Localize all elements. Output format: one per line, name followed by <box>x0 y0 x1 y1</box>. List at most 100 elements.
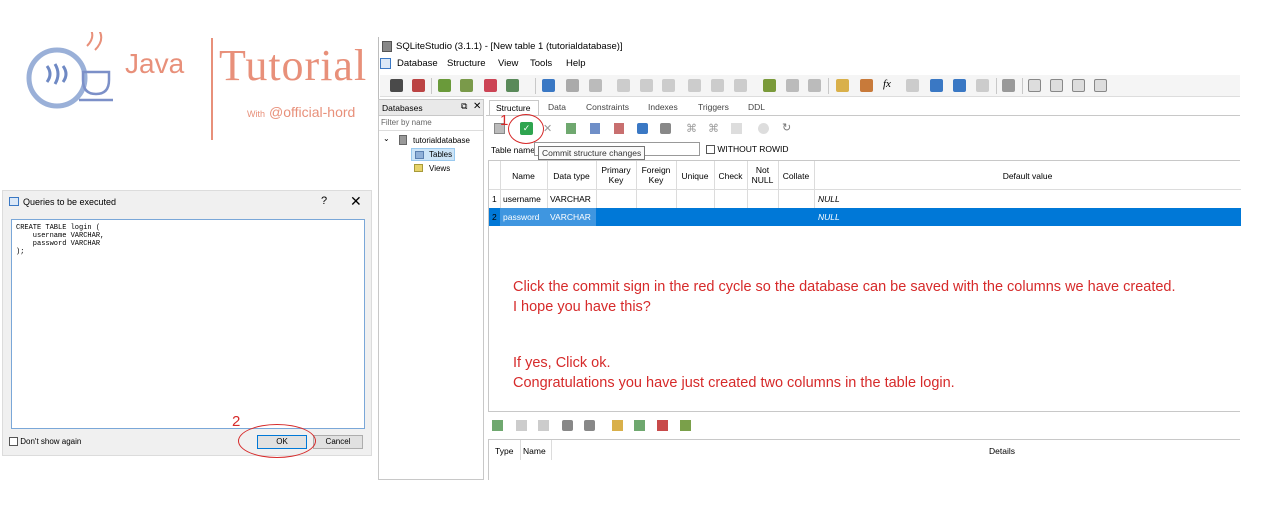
edit-constraint-icon[interactable]: ⌘ <box>708 122 719 135</box>
refresh-database-icon[interactable] <box>506 79 519 92</box>
check-icon[interactable] <box>680 420 691 431</box>
menu-database[interactable]: Database <box>397 58 438 69</box>
delete-constraint-lower-icon[interactable] <box>538 420 549 431</box>
menu-structure[interactable]: Structure <box>447 58 486 69</box>
tab-data[interactable]: Data <box>542 100 572 115</box>
delete-index-icon[interactable] <box>662 79 675 92</box>
edit-constraint-lower-icon[interactable] <box>516 420 527 431</box>
cell-datatype[interactable]: VARCHAR <box>550 194 591 204</box>
checkbox-box[interactable] <box>9 437 18 447</box>
unique-icon[interactable] <box>657 420 668 431</box>
primary-key-icon[interactable] <box>612 420 623 431</box>
without-rowid-box[interactable] <box>706 145 715 155</box>
tile-horizontal-icon[interactable] <box>1050 79 1063 92</box>
lower-header-type[interactable]: Type <box>495 446 513 456</box>
disconnect-icon[interactable] <box>412 79 425 92</box>
move-up-lower-icon[interactable] <box>562 420 573 431</box>
col-header-name[interactable]: Name <box>500 171 547 181</box>
foreign-key-icon[interactable] <box>634 420 645 431</box>
col-header-datatype[interactable]: Data type <box>547 171 596 181</box>
close-icon[interactable]: ✕ <box>350 193 362 210</box>
table-row-selected[interactable]: 2 password VARCHAR NULL <box>489 208 1241 226</box>
connect-icon[interactable] <box>390 79 403 92</box>
import-icon[interactable] <box>930 79 943 92</box>
table-row[interactable]: 1 username VARCHAR NULL <box>489 190 1241 207</box>
cell-name[interactable]: password <box>503 212 539 222</box>
without-rowid-checkbox[interactable]: WITHOUT ROWID <box>706 144 789 155</box>
col-header-collate[interactable]: Collate <box>778 171 814 181</box>
delete-view-icon[interactable] <box>808 79 821 92</box>
cell-default[interactable]: NULL <box>818 212 840 222</box>
tile-vertical-icon[interactable] <box>1072 79 1085 92</box>
cell-datatype[interactable]: VARCHAR <box>550 212 591 222</box>
delete-constraint-icon[interactable] <box>731 123 742 134</box>
collations-icon[interactable] <box>906 79 919 92</box>
row-number: 1 <box>492 194 497 204</box>
new-index-icon[interactable] <box>617 79 630 92</box>
col-header-default[interactable]: Default value <box>814 171 1241 181</box>
reset-icon[interactable]: ↻ <box>782 121 791 134</box>
menu-view[interactable]: View <box>498 58 518 69</box>
edit-column-icon[interactable] <box>590 123 600 134</box>
tree-item-database[interactable]: tutorialdatabase <box>413 136 470 145</box>
new-trigger-icon[interactable] <box>688 79 701 92</box>
edit-view-icon[interactable] <box>786 79 799 92</box>
tile-windows-icon[interactable] <box>1028 79 1041 92</box>
export-icon[interactable] <box>953 79 966 92</box>
close-panel-icon[interactable]: ✕ <box>473 101 481 112</box>
dont-show-again-checkbox[interactable]: Don't show again <box>9 437 81 447</box>
tab-triggers[interactable]: Triggers <box>692 100 735 115</box>
cell-name[interactable]: username <box>503 194 541 204</box>
menu-help[interactable]: Help <box>566 58 586 69</box>
edit-table-icon[interactable] <box>566 79 579 92</box>
move-down-icon[interactable] <box>660 123 671 134</box>
cancel-button[interactable]: Cancel <box>313 435 363 449</box>
tree-item-tables[interactable]: Tables <box>411 148 455 161</box>
col-header-check[interactable]: Check <box>714 171 747 181</box>
lower-header-name[interactable]: Name <box>523 446 546 456</box>
add-database-icon[interactable] <box>438 79 451 92</box>
table-name-label: Table name <box>491 145 535 155</box>
move-down-lower-icon[interactable] <box>584 420 595 431</box>
create-similar-icon[interactable] <box>758 123 769 134</box>
col-header-primarykey[interactable]: Primary Key <box>596 165 636 185</box>
new-table-icon[interactable] <box>542 79 555 92</box>
move-up-icon[interactable] <box>637 123 648 134</box>
edit-trigger-icon[interactable] <box>711 79 724 92</box>
lower-header-details[interactable]: Details <box>989 446 1015 456</box>
tree-item-views[interactable]: Views <box>429 164 450 173</box>
window-menu-icon[interactable] <box>380 58 391 69</box>
sql-editor-icon[interactable] <box>836 79 849 92</box>
cell-default[interactable]: NULL <box>818 194 840 204</box>
rollback-icon[interactable]: ✕ <box>543 122 552 135</box>
annotation-circle-commit <box>508 114 544 144</box>
delete-trigger-icon[interactable] <box>734 79 747 92</box>
tab-constraints[interactable]: Constraints <box>580 100 635 115</box>
tree-expand-icon[interactable]: ⌄ <box>383 134 390 143</box>
new-view-icon[interactable] <box>763 79 776 92</box>
delete-column-icon[interactable] <box>614 123 624 134</box>
menu-tools[interactable]: Tools <box>530 58 552 69</box>
tab-ddl[interactable]: DDL <box>742 100 771 115</box>
functions-icon[interactable]: fx <box>883 78 891 90</box>
cascade-windows-icon[interactable] <box>1094 79 1107 92</box>
edit-index-icon[interactable] <box>640 79 653 92</box>
tab-structure[interactable]: Structure <box>489 100 539 115</box>
remove-database-icon[interactable] <box>484 79 497 92</box>
delete-table-icon[interactable] <box>589 79 602 92</box>
sql-query-text[interactable]: CREATE TABLE login ( username VARCHAR, p… <box>11 219 365 429</box>
help-button[interactable]: ? <box>321 195 327 207</box>
ddl-history-icon[interactable] <box>976 79 989 92</box>
col-header-notnull[interactable]: Not NULL <box>747 165 778 185</box>
col-header-foreignkey[interactable]: Foreign Key <box>636 165 676 185</box>
add-constraint-icon[interactable]: ⌘ <box>686 122 697 135</box>
add-column-icon[interactable] <box>566 123 576 134</box>
config-icon[interactable] <box>1002 79 1015 92</box>
tab-indexes[interactable]: Indexes <box>642 100 684 115</box>
float-panel-icon[interactable]: ⧉ <box>461 101 467 112</box>
add-constraint-lower-icon[interactable] <box>492 420 503 431</box>
history-icon[interactable] <box>860 79 873 92</box>
col-header-unique[interactable]: Unique <box>676 171 714 181</box>
filter-input[interactable]: Filter by name <box>379 118 483 131</box>
edit-database-icon[interactable] <box>460 79 473 92</box>
